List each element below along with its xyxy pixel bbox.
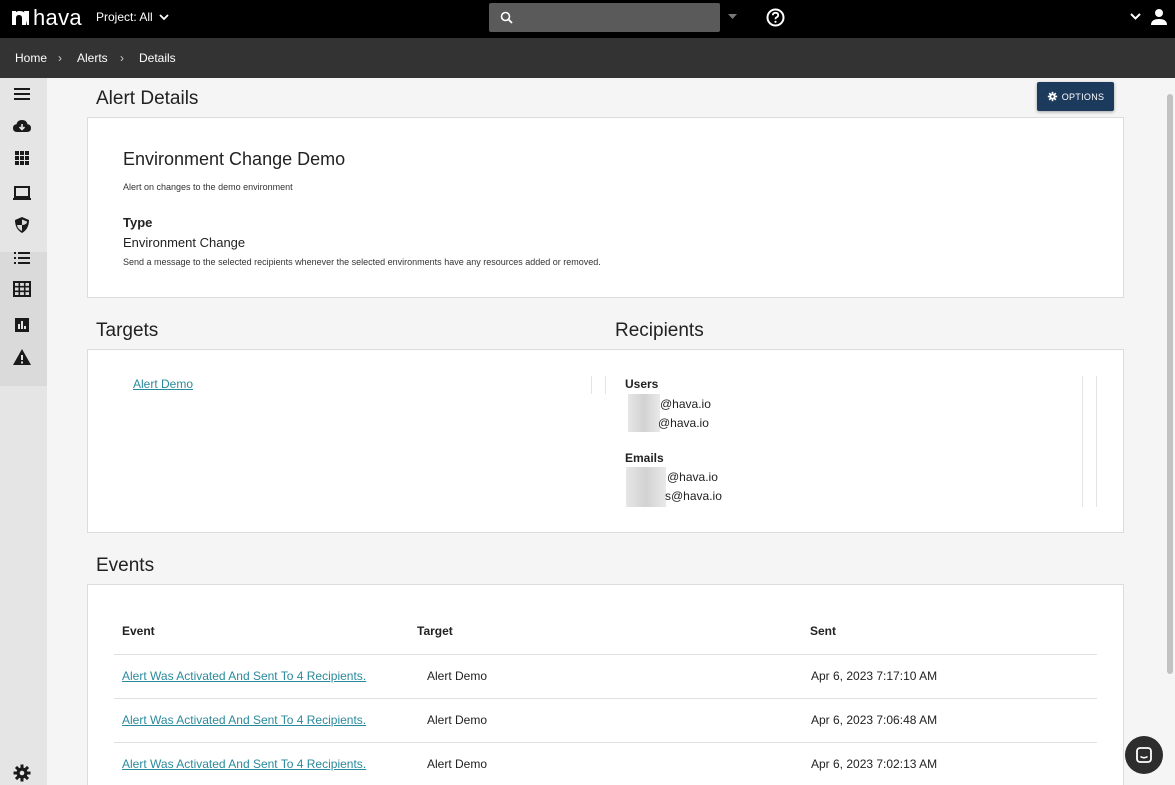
event-sent: Apr 6, 2023 7:17:10 AM — [811, 669, 938, 683]
event-link[interactable]: Alert Was Activated And Sent To 4 Recipi… — [122, 713, 366, 727]
page-scrollbar[interactable] — [1165, 78, 1175, 785]
options-label: OPTIONS — [1061, 91, 1105, 102]
breadcrumb: Home › Alerts › Details — [0, 38, 1175, 78]
type-description: Send a message to the selected recipient… — [123, 257, 601, 267]
alert-details-card: Environment Change Demo Alert on changes… — [87, 117, 1124, 298]
project-label: Project: All — [96, 10, 153, 24]
events-card: Event Target Sent Alert Was Activated An… — [87, 584, 1124, 785]
type-label: Type — [123, 215, 153, 230]
brand-name: hava — [33, 5, 82, 30]
apps-grid-icon[interactable] — [12, 148, 32, 168]
breadcrumb-separator: › — [120, 51, 124, 65]
users-label: Users — [625, 377, 659, 391]
event-target: Alert Demo — [427, 669, 488, 683]
event-sent: Apr 6, 2023 7:06:48 AM — [811, 713, 938, 727]
search-icon — [500, 11, 513, 24]
alert-name: Environment Change Demo — [123, 149, 346, 169]
chat-icon — [1136, 747, 1152, 763]
breadcrumb-alerts[interactable]: Alerts — [77, 51, 108, 65]
emails-label: Emails — [625, 451, 664, 465]
breadcrumb-home[interactable]: Home — [15, 51, 47, 65]
events-title: Events — [96, 555, 155, 576]
event-target: Alert Demo — [427, 713, 488, 727]
event-target: Alert Demo — [427, 757, 488, 771]
user-account-icon[interactable] — [1150, 8, 1168, 26]
search-dropdown-icon[interactable] — [728, 14, 737, 19]
recipient-email: @hava.io — [667, 470, 718, 484]
column-header-sent[interactable]: Sent — [810, 624, 836, 638]
chevron-down-icon — [159, 13, 169, 20]
column-header-event[interactable]: Event — [122, 624, 155, 638]
recipient-email: s@hava.io — [665, 489, 722, 503]
menu-icon[interactable] — [12, 84, 32, 104]
page-title: Alert Details — [96, 88, 199, 109]
alert-description: Alert on changes to the demo environment — [123, 182, 293, 192]
gear-icon — [1047, 91, 1057, 102]
hava-logo-icon — [12, 11, 29, 25]
scrollbar-thumb[interactable] — [1167, 94, 1173, 674]
targets-title: Targets — [96, 320, 159, 341]
bar-chart-icon[interactable] — [12, 315, 32, 335]
event-sent: Apr 6, 2023 7:02:13 AM — [811, 757, 938, 771]
recipients-title: Recipients — [615, 320, 704, 341]
type-value: Environment Change — [123, 235, 246, 250]
hava-logo[interactable]: hava — [10, 7, 82, 29]
laptop-icon[interactable] — [12, 183, 32, 203]
redacted-block — [626, 467, 666, 507]
column-header-target[interactable]: Target — [417, 624, 453, 638]
redacted-block — [628, 394, 660, 432]
warning-icon[interactable] — [12, 347, 32, 367]
top-bar: hava Project: All — [0, 0, 1175, 38]
row-divider — [114, 742, 1097, 743]
gear-icon[interactable] — [12, 763, 32, 783]
sidebar — [0, 78, 47, 785]
event-link[interactable]: Alert Was Activated And Sent To 4 Recipi… — [122, 757, 366, 771]
options-button[interactable]: OPTIONS — [1037, 82, 1114, 111]
target-link[interactable]: Alert Demo — [133, 377, 193, 391]
help-icon[interactable] — [766, 8, 785, 27]
list-icon[interactable] — [12, 248, 32, 268]
column-divider — [591, 376, 606, 394]
project-selector[interactable]: Project: All — [96, 10, 169, 24]
breadcrumb-details: Details — [139, 51, 176, 65]
row-divider — [114, 698, 1097, 699]
user-email: @hava.io — [660, 397, 711, 411]
chevron-down-icon[interactable] — [1130, 13, 1141, 20]
event-link[interactable]: Alert Was Activated And Sent To 4 Recipi… — [122, 669, 366, 683]
chat-launcher-button[interactable] — [1125, 736, 1163, 774]
row-divider — [114, 654, 1097, 655]
table-icon[interactable] — [12, 279, 32, 299]
search-input[interactable] — [489, 3, 720, 32]
user-email: @hava.io — [658, 416, 709, 430]
targets-recipients-card: Alert Demo Users @hava.io @hava.io Email… — [87, 349, 1124, 533]
breadcrumb-separator: › — [58, 51, 62, 65]
shield-icon[interactable] — [12, 215, 32, 235]
column-divider — [1082, 376, 1097, 507]
cloud-download-icon[interactable] — [12, 116, 32, 136]
